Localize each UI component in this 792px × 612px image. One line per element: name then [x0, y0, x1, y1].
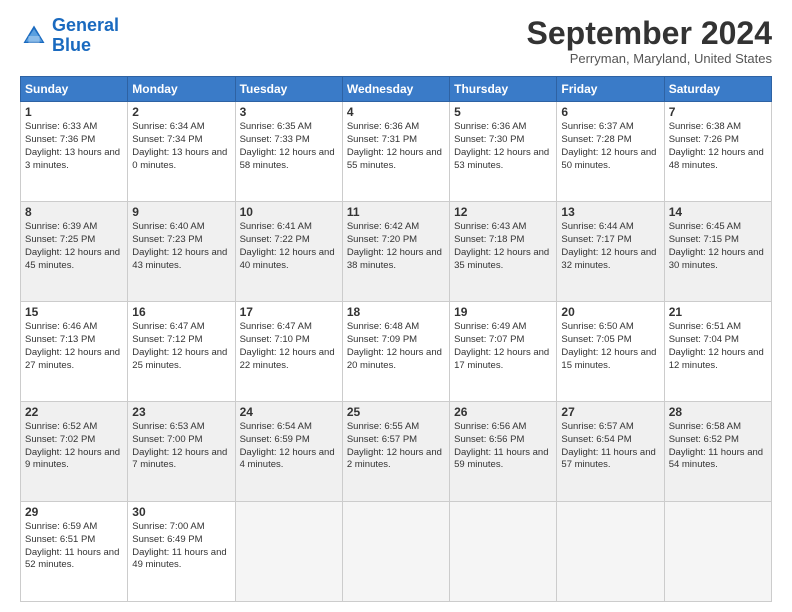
day-26: 26 Sunrise: 6:56 AMSunset: 6:56 PMDaylig…	[450, 402, 557, 502]
day-28: 28 Sunrise: 6:58 AMSunset: 6:52 PMDaylig…	[664, 402, 771, 502]
col-wednesday: Wednesday	[342, 77, 449, 102]
title-block: September 2024 Perryman, Maryland, Unite…	[527, 16, 772, 66]
day-5: 5 Sunrise: 6:36 AMSunset: 7:30 PMDayligh…	[450, 102, 557, 202]
day-13: 13 Sunrise: 6:44 AMSunset: 7:17 PMDaylig…	[557, 202, 664, 302]
day-21: 21 Sunrise: 6:51 AMSunset: 7:04 PMDaylig…	[664, 302, 771, 402]
col-friday: Friday	[557, 77, 664, 102]
day-24: 24 Sunrise: 6:54 AMSunset: 6:59 PMDaylig…	[235, 402, 342, 502]
logo-general: General	[52, 15, 119, 35]
day-17: 17 Sunrise: 6:47 AMSunset: 7:10 PMDaylig…	[235, 302, 342, 402]
page: General Blue September 2024 Perryman, Ma…	[0, 0, 792, 612]
day-23: 23 Sunrise: 6:53 AMSunset: 7:00 PMDaylig…	[128, 402, 235, 502]
day-15: 15 Sunrise: 6:46 AMSunset: 7:13 PMDaylig…	[21, 302, 128, 402]
logo: General Blue	[20, 16, 119, 56]
day-25: 25 Sunrise: 6:55 AMSunset: 6:57 PMDaylig…	[342, 402, 449, 502]
day-6: 6 Sunrise: 6:37 AMSunset: 7:28 PMDayligh…	[557, 102, 664, 202]
day-18: 18 Sunrise: 6:48 AMSunset: 7:09 PMDaylig…	[342, 302, 449, 402]
day-empty-4	[557, 502, 664, 602]
col-thursday: Thursday	[450, 77, 557, 102]
calendar-header-row: Sunday Monday Tuesday Wednesday Thursday…	[21, 77, 772, 102]
day-empty-2	[342, 502, 449, 602]
day-7: 7 Sunrise: 6:38 AMSunset: 7:26 PMDayligh…	[664, 102, 771, 202]
day-16: 16 Sunrise: 6:47 AMSunset: 7:12 PMDaylig…	[128, 302, 235, 402]
day-empty-1	[235, 502, 342, 602]
day-14: 14 Sunrise: 6:45 AMSunset: 7:15 PMDaylig…	[664, 202, 771, 302]
day-19: 19 Sunrise: 6:49 AMSunset: 7:07 PMDaylig…	[450, 302, 557, 402]
day-1: 1 Sunrise: 6:33 AMSunset: 7:36 PMDayligh…	[21, 102, 128, 202]
day-2: 2 Sunrise: 6:34 AMSunset: 7:34 PMDayligh…	[128, 102, 235, 202]
month-title: September 2024	[527, 16, 772, 51]
week-1: 1 Sunrise: 6:33 AMSunset: 7:36 PMDayligh…	[21, 102, 772, 202]
week-3: 15 Sunrise: 6:46 AMSunset: 7:13 PMDaylig…	[21, 302, 772, 402]
day-9: 9 Sunrise: 6:40 AMSunset: 7:23 PMDayligh…	[128, 202, 235, 302]
col-sunday: Sunday	[21, 77, 128, 102]
day-3: 3 Sunrise: 6:35 AMSunset: 7:33 PMDayligh…	[235, 102, 342, 202]
week-5: 29 Sunrise: 6:59 AMSunset: 6:51 PMDaylig…	[21, 502, 772, 602]
location: Perryman, Maryland, United States	[527, 51, 772, 66]
week-4: 22 Sunrise: 6:52 AMSunset: 7:02 PMDaylig…	[21, 402, 772, 502]
header: General Blue September 2024 Perryman, Ma…	[20, 16, 772, 66]
day-12: 12 Sunrise: 6:43 AMSunset: 7:18 PMDaylig…	[450, 202, 557, 302]
col-monday: Monday	[128, 77, 235, 102]
logo-blue: Blue	[52, 35, 91, 55]
day-4: 4 Sunrise: 6:36 AMSunset: 7:31 PMDayligh…	[342, 102, 449, 202]
day-empty-5	[664, 502, 771, 602]
day-10: 10 Sunrise: 6:41 AMSunset: 7:22 PMDaylig…	[235, 202, 342, 302]
day-29: 29 Sunrise: 6:59 AMSunset: 6:51 PMDaylig…	[21, 502, 128, 602]
day-11: 11 Sunrise: 6:42 AMSunset: 7:20 PMDaylig…	[342, 202, 449, 302]
day-30: 30 Sunrise: 7:00 AMSunset: 6:49 PMDaylig…	[128, 502, 235, 602]
day-22: 22 Sunrise: 6:52 AMSunset: 7:02 PMDaylig…	[21, 402, 128, 502]
calendar-table: Sunday Monday Tuesday Wednesday Thursday…	[20, 76, 772, 602]
col-tuesday: Tuesday	[235, 77, 342, 102]
col-saturday: Saturday	[664, 77, 771, 102]
day-27: 27 Sunrise: 6:57 AMSunset: 6:54 PMDaylig…	[557, 402, 664, 502]
week-2: 8 Sunrise: 6:39 AMSunset: 7:25 PMDayligh…	[21, 202, 772, 302]
logo-icon	[20, 22, 48, 50]
day-8: 8 Sunrise: 6:39 AMSunset: 7:25 PMDayligh…	[21, 202, 128, 302]
day-empty-3	[450, 502, 557, 602]
day-20: 20 Sunrise: 6:50 AMSunset: 7:05 PMDaylig…	[557, 302, 664, 402]
logo-text: General Blue	[52, 16, 119, 56]
